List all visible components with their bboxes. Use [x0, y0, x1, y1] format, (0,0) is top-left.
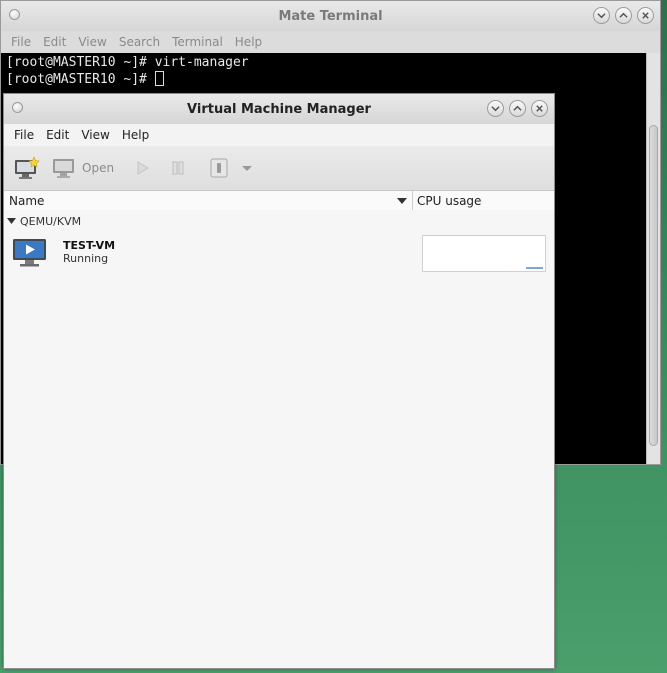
- power-icon: [210, 158, 228, 178]
- menu-edit[interactable]: Edit: [40, 128, 75, 142]
- menu-view[interactable]: View: [72, 35, 112, 49]
- pause-button[interactable]: [168, 153, 188, 183]
- dropdown-arrow-icon: [242, 166, 253, 171]
- maximize-button[interactable]: [509, 100, 526, 117]
- column-cpu-label: CPU usage: [417, 193, 482, 208]
- menu-help[interactable]: Help: [229, 35, 268, 49]
- terminal-prompt: [root@MASTER10 ~]#: [6, 72, 155, 87]
- connection-label: QEMU/KVM: [20, 214, 82, 228]
- vmm-window: Virtual Machine Manager File Edit View H…: [3, 93, 555, 669]
- column-name-header[interactable]: Name: [4, 191, 413, 210]
- vm-name: TEST-VM: [63, 239, 116, 252]
- terminal-scrollbar[interactable]: [646, 53, 660, 464]
- vmm-title: Virtual Machine Manager: [187, 102, 371, 117]
- column-name-label: Name: [9, 193, 45, 208]
- vm-list-header: Name CPU usage: [4, 191, 554, 211]
- close-button[interactable]: [637, 7, 654, 24]
- monitor-icon: [53, 159, 74, 178]
- minimize-button[interactable]: [487, 100, 504, 117]
- menu-terminal[interactable]: Terminal: [166, 35, 229, 49]
- menu-help[interactable]: Help: [116, 128, 155, 142]
- terminal-titlebar[interactable]: Mate Terminal: [1, 1, 660, 31]
- chevron-down-icon: [491, 106, 500, 112]
- menu-view[interactable]: View: [75, 128, 115, 142]
- run-button[interactable]: [132, 153, 152, 183]
- sort-arrow-icon: [397, 197, 407, 204]
- new-vm-icon: [15, 156, 40, 179]
- maximize-button[interactable]: [615, 7, 632, 24]
- chevron-up-icon: [513, 105, 522, 111]
- expander-icon[interactable]: [7, 217, 16, 225]
- open-button[interactable]: Open: [50, 153, 116, 183]
- new-vm-button[interactable]: [12, 153, 42, 183]
- vmm-titlebar[interactable]: Virtual Machine Manager: [4, 94, 554, 124]
- connection-row[interactable]: QEMU/KVM: [4, 210, 554, 232]
- terminal-title: Mate Terminal: [278, 9, 383, 24]
- vm-row[interactable]: TEST-VM Running: [4, 232, 554, 272]
- menu-search[interactable]: Search: [113, 35, 166, 49]
- cpu-usage-line: [526, 267, 543, 269]
- vmm-menubar: File Edit View Help: [4, 124, 554, 146]
- menu-file[interactable]: File: [8, 128, 40, 142]
- open-label: Open: [82, 161, 115, 175]
- shutdown-menu-button[interactable]: [238, 153, 256, 183]
- chevron-down-icon: [597, 13, 606, 19]
- close-icon: [642, 12, 649, 19]
- close-icon: [536, 105, 543, 112]
- text-cursor: [154, 71, 164, 86]
- cpu-usage-graph: [422, 235, 546, 272]
- vm-list: QEMU/KVM TEST-VM Running: [4, 210, 554, 668]
- minimize-button[interactable]: [593, 7, 610, 24]
- pause-icon: [172, 161, 184, 175]
- vmm-toolbar: Open: [4, 146, 554, 191]
- terminal-menubar: File Edit View Search Terminal Help: [1, 31, 660, 53]
- menu-file[interactable]: File: [5, 35, 37, 49]
- vm-status: Running: [63, 252, 109, 265]
- shutdown-button[interactable]: [208, 153, 230, 183]
- terminal-prompt-line: [root@MASTER10 ~]#: [6, 71, 642, 88]
- play-icon: [137, 161, 150, 175]
- terminal-line: [root@MASTER10 ~]# virt-manager: [6, 55, 249, 70]
- close-button[interactable]: [531, 100, 548, 117]
- menu-edit[interactable]: Edit: [37, 35, 72, 49]
- scrollbar-thumb[interactable]: [649, 125, 658, 446]
- column-cpu-header[interactable]: CPU usage: [413, 191, 554, 210]
- vm-monitor-icon: [13, 239, 46, 267]
- chevron-up-icon: [619, 12, 628, 18]
